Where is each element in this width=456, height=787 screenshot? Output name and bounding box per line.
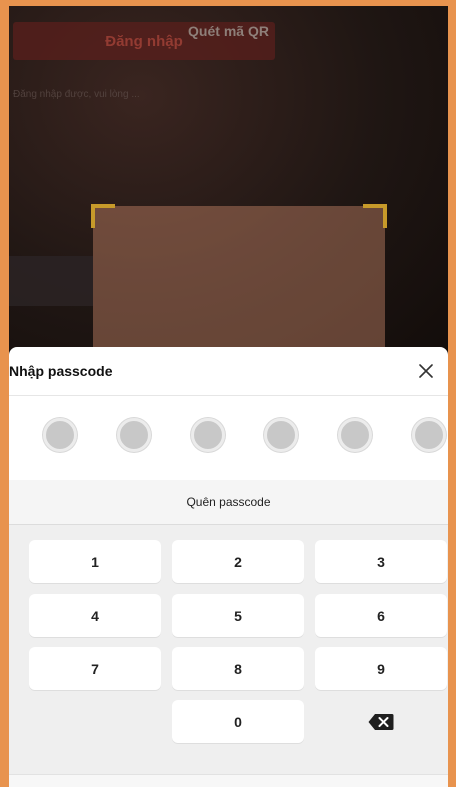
passcode-dot <box>43 418 77 452</box>
key-1[interactable]: 1 <box>29 540 161 583</box>
close-button[interactable] <box>414 359 438 383</box>
passcode-dot <box>116 418 151 452</box>
numeric-keypad: 1 2 3 4 5 6 7 8 9 0 <box>9 524 448 787</box>
scan-corner-top-right <box>363 204 387 228</box>
passcode-dot <box>264 418 299 452</box>
key-2[interactable]: 2 <box>172 540 304 583</box>
key-3[interactable]: 3 <box>315 540 447 583</box>
passcode-sheet: Nhập passcode Quên passcode 1 2 3 4 5 6 … <box>9 347 448 787</box>
screen-frame: Đăng nhập Đăng nhập được, vui lòng ... Q… <box>0 0 456 787</box>
scan-corner-top-left <box>91 204 115 228</box>
qr-scanner-view: Đăng nhập Đăng nhập được, vui lòng ... Q… <box>9 6 448 366</box>
key-empty <box>29 700 161 743</box>
backspace-button[interactable] <box>315 700 447 743</box>
backspace-icon <box>368 713 394 730</box>
passcode-dot <box>411 418 446 452</box>
key-5[interactable]: 5 <box>172 594 304 637</box>
key-0[interactable]: 0 <box>172 700 304 743</box>
scanner-title: Quét mã QR <box>188 23 269 39</box>
sheet-title: Nhập passcode <box>9 363 113 379</box>
forgot-passcode-link[interactable]: Quên passcode <box>9 480 448 524</box>
close-icon <box>419 364 433 378</box>
bottom-bar <box>9 774 448 787</box>
key-7[interactable]: 7 <box>29 647 161 690</box>
key-4[interactable]: 4 <box>29 594 161 637</box>
qr-scan-frame <box>91 204 387 366</box>
key-6[interactable]: 6 <box>315 594 447 637</box>
passcode-dot <box>338 418 373 452</box>
key-9[interactable]: 9 <box>315 647 447 690</box>
background-hint-text: Đăng nhập được, vui lòng ... <box>13 89 140 100</box>
background-strip <box>9 256 93 306</box>
sheet-header: Nhập passcode <box>9 347 448 396</box>
passcode-dots <box>9 396 448 474</box>
key-8[interactable]: 8 <box>172 647 304 690</box>
passcode-dot <box>190 418 225 452</box>
